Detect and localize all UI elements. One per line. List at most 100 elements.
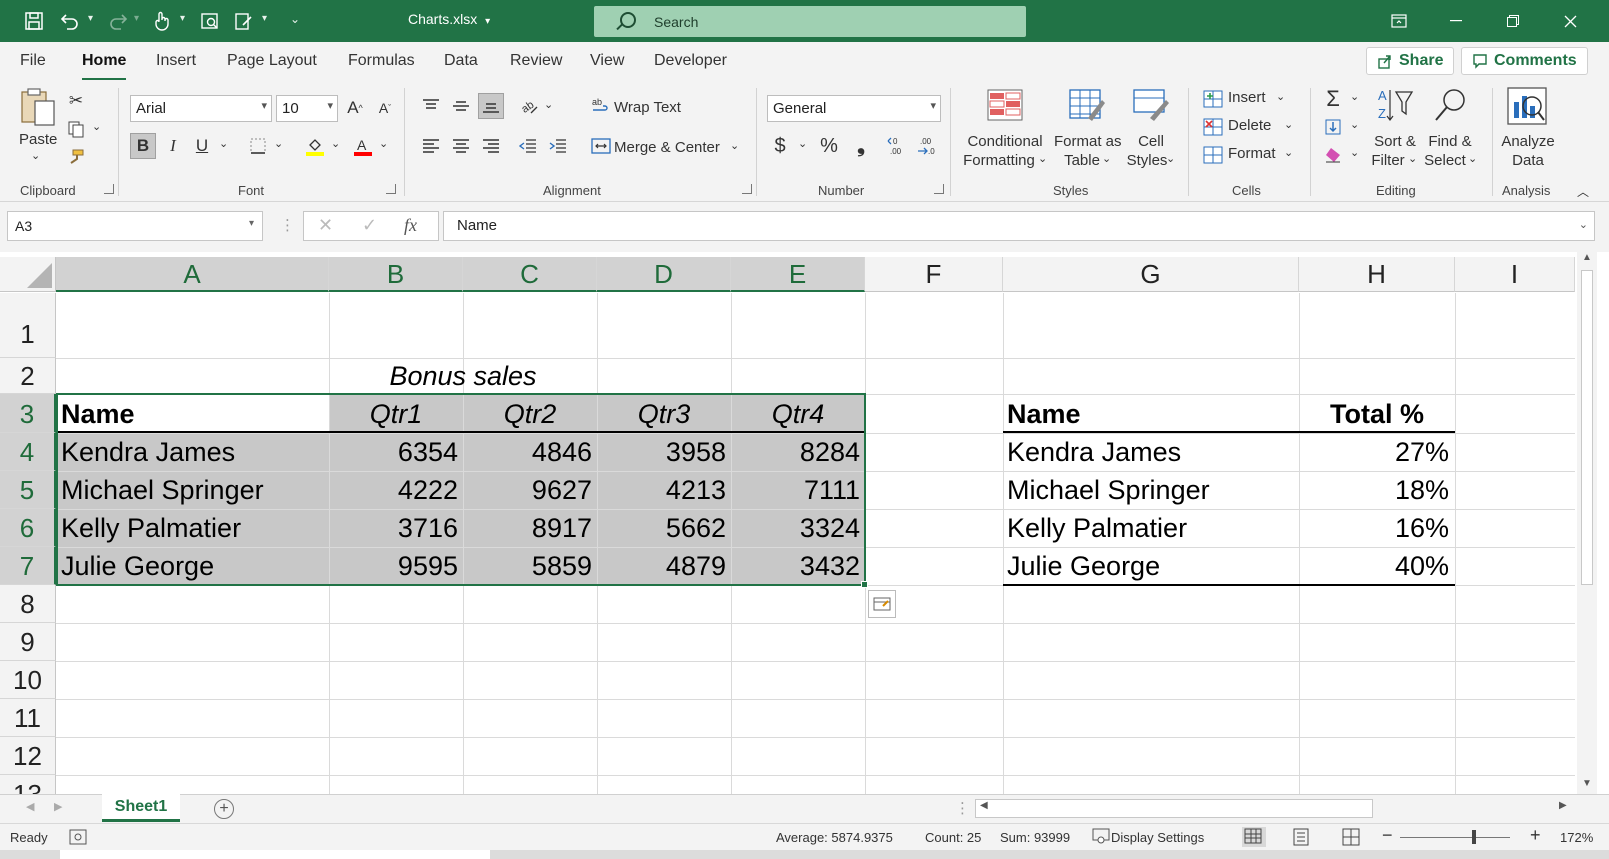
align-right-icon[interactable] bbox=[478, 133, 504, 159]
analyze-data-label-1[interactable]: Analyze bbox=[1500, 132, 1556, 151]
zoom-slider-thumb[interactable] bbox=[1472, 830, 1476, 844]
fill-dropdown-icon[interactable]: ⌄ bbox=[1350, 118, 1359, 131]
font-size-combo[interactable]: 10 ▾ bbox=[276, 95, 338, 122]
find-select-label-2[interactable]: Select bbox=[1420, 151, 1470, 170]
format-cells-button[interactable]: Format bbox=[1228, 145, 1276, 162]
normal-view-icon[interactable] bbox=[1242, 827, 1266, 847]
conditional-formatting-label-1[interactable]: Conditional bbox=[964, 132, 1046, 151]
form-dropdown-icon[interactable]: ▾ bbox=[262, 13, 267, 24]
quick-analysis-icon[interactable] bbox=[868, 590, 896, 618]
ribbon-display-icon[interactable] bbox=[1376, 0, 1422, 42]
orientation-icon[interactable]: ab bbox=[516, 93, 542, 119]
number-launcher-icon[interactable] bbox=[934, 184, 944, 194]
bottom-align-icon[interactable] bbox=[478, 93, 504, 119]
row-header-1[interactable]: 1 bbox=[0, 293, 56, 358]
autosum-icon[interactable]: Σ bbox=[1320, 86, 1346, 112]
conditional-formatting-icon[interactable] bbox=[986, 88, 1024, 126]
column-header-b[interactable]: B bbox=[329, 257, 463, 292]
row-header-12[interactable]: 12 bbox=[0, 737, 56, 775]
column-header-c[interactable]: C bbox=[463, 257, 597, 292]
tab-developer[interactable]: Developer bbox=[654, 52, 727, 70]
find-select-icon[interactable] bbox=[1432, 86, 1470, 124]
display-settings-icon[interactable] bbox=[1092, 828, 1110, 847]
page-break-view-icon[interactable] bbox=[1340, 828, 1362, 849]
format-as-table-label-1[interactable]: Format as bbox=[1054, 132, 1122, 151]
column-header-i[interactable]: I bbox=[1455, 257, 1575, 292]
row-header-13[interactable]: 13 bbox=[0, 775, 56, 794]
tab-page-layout[interactable]: Page Layout bbox=[227, 52, 317, 70]
insert-cells-dropdown-icon[interactable]: ⌄ bbox=[1276, 90, 1285, 103]
top-align-icon[interactable] bbox=[418, 93, 444, 119]
paste-icon[interactable] bbox=[18, 86, 56, 126]
find-select-dropdown-icon[interactable]: ⌄ bbox=[1468, 152, 1477, 165]
copy-dropdown-icon[interactable]: ⌄ bbox=[92, 120, 101, 133]
format-cells-dropdown-icon[interactable]: ⌄ bbox=[1284, 146, 1293, 159]
tab-data[interactable]: Data bbox=[444, 52, 478, 70]
wrap-text-icon[interactable]: ab bbox=[588, 93, 614, 119]
align-left-icon[interactable] bbox=[418, 133, 444, 159]
worksheet-grid[interactable]: A B C D E F G H I 1 2 3 4 5 6 7 8 9 10 1… bbox=[0, 252, 1609, 794]
insert-function-icon[interactable]: fx bbox=[404, 215, 417, 236]
sheet-tab-sheet1[interactable]: Sheet1 bbox=[102, 794, 180, 822]
clipboard-launcher-icon[interactable] bbox=[104, 184, 114, 194]
cut-icon[interactable]: ✂ bbox=[63, 88, 89, 114]
save-icon[interactable] bbox=[22, 9, 46, 33]
row-header-3[interactable]: 3 bbox=[0, 394, 56, 433]
scroll-left-icon[interactable]: ◀ bbox=[980, 800, 988, 811]
touch-dropdown-icon[interactable]: ▾ bbox=[180, 13, 185, 24]
decrease-decimal-icon[interactable]: .00.0 bbox=[914, 133, 940, 159]
vertical-scrollbar[interactable]: ▲ ▼ bbox=[1577, 252, 1597, 794]
comments-button[interactable]: Comments bbox=[1461, 47, 1588, 75]
row-header-7[interactable]: 7 bbox=[0, 547, 56, 585]
display-settings-button[interactable]: Display Settings bbox=[1111, 830, 1204, 845]
sort-filter-label-1[interactable]: Sort & bbox=[1369, 132, 1421, 151]
merge-center-icon[interactable] bbox=[588, 133, 614, 159]
column-header-g[interactable]: G bbox=[1003, 257, 1299, 292]
format-painter-icon[interactable] bbox=[63, 144, 89, 170]
clear-icon[interactable] bbox=[1320, 142, 1346, 168]
search-box[interactable]: Search bbox=[594, 6, 1026, 37]
collapse-ribbon-icon[interactable]: ︿ bbox=[1570, 178, 1596, 204]
decrease-font-size-icon[interactable]: Aˇ bbox=[372, 95, 398, 121]
tab-review[interactable]: Review bbox=[510, 52, 562, 70]
zoom-level[interactable]: 172% bbox=[1560, 830, 1593, 845]
undo-icon[interactable] bbox=[58, 9, 82, 33]
column-header-d[interactable]: D bbox=[597, 257, 731, 292]
font-color-dropdown-icon[interactable]: ⌄ bbox=[379, 137, 388, 150]
tab-view[interactable]: View bbox=[590, 52, 624, 70]
minimize-icon[interactable] bbox=[1433, 0, 1479, 42]
prev-sheet-icon[interactable]: ◀ bbox=[26, 800, 34, 813]
fill-color-dropdown-icon[interactable]: ⌄ bbox=[331, 137, 340, 150]
analyze-data-icon[interactable] bbox=[1506, 86, 1548, 128]
font-color-icon[interactable]: A bbox=[350, 133, 376, 159]
delete-cells-button[interactable]: Delete bbox=[1228, 117, 1271, 134]
middle-align-icon[interactable] bbox=[448, 93, 474, 119]
vertical-scroll-thumb[interactable] bbox=[1581, 270, 1593, 585]
percent-button[interactable]: % bbox=[816, 133, 842, 159]
scroll-down-icon[interactable]: ▼ bbox=[1582, 778, 1592, 789]
number-format-combo[interactable]: General ▾ bbox=[767, 95, 941, 122]
add-sheet-icon[interactable]: + bbox=[214, 799, 234, 819]
horizontal-scroll-thumb[interactable] bbox=[975, 799, 1373, 818]
sort-filter-label-2[interactable]: Filter bbox=[1366, 151, 1410, 170]
currency-button[interactable]: $ bbox=[767, 133, 793, 159]
sort-filter-dropdown-icon[interactable]: ⌄ bbox=[1408, 152, 1417, 165]
font-launcher-icon[interactable] bbox=[386, 184, 396, 194]
orientation-dropdown-icon[interactable]: ⌄ bbox=[544, 98, 553, 111]
tab-formulas[interactable]: Formulas bbox=[348, 52, 415, 70]
column-header-a[interactable]: A bbox=[56, 257, 329, 292]
clear-dropdown-icon[interactable]: ⌄ bbox=[1350, 146, 1359, 159]
scroll-up-icon[interactable]: ▲ bbox=[1582, 252, 1592, 263]
find-select-label-1[interactable]: Find & bbox=[1424, 132, 1476, 151]
form-icon[interactable] bbox=[232, 9, 256, 33]
font-name-combo[interactable]: Arial ▾ bbox=[130, 95, 272, 122]
next-sheet-icon[interactable]: ▶ bbox=[54, 800, 62, 813]
name-box[interactable]: A3 ▾ bbox=[7, 211, 263, 241]
row-header-8[interactable]: 8 bbox=[0, 585, 56, 623]
formula-input[interactable]: Name ⌄ bbox=[443, 211, 1595, 241]
increase-indent-icon[interactable] bbox=[545, 133, 571, 159]
row-header-4[interactable]: 4 bbox=[0, 433, 56, 471]
autosum-dropdown-icon[interactable]: ⌄ bbox=[1350, 90, 1359, 103]
zoom-slider-track[interactable] bbox=[1400, 837, 1510, 838]
alignment-launcher-icon[interactable] bbox=[742, 184, 752, 194]
